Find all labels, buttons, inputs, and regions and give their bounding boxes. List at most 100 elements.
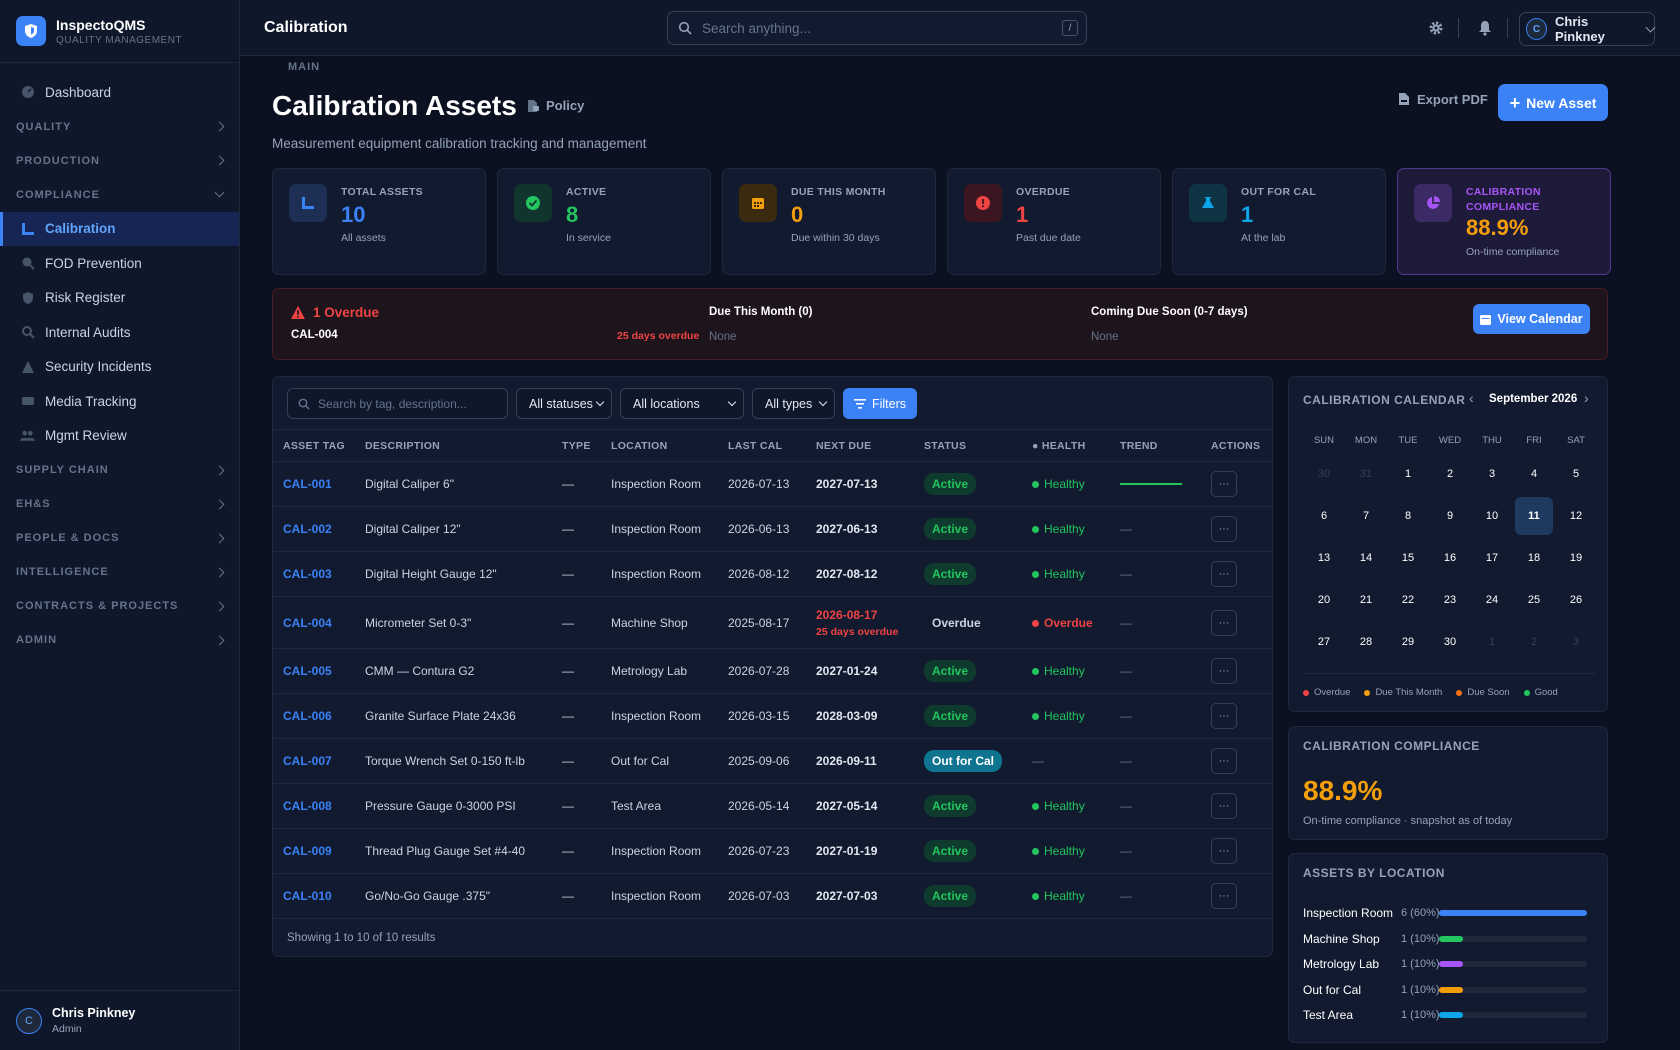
column-header[interactable]: DESCRIPTION	[355, 429, 552, 462]
nav-section-production[interactable]: PRODUCTION	[0, 144, 239, 178]
calendar-day[interactable]: 13	[1303, 537, 1345, 579]
nav-section-people-docs[interactable]: PEOPLE & DOCS	[0, 521, 239, 555]
asset-tag-link[interactable]: CAL-005	[273, 648, 355, 694]
nav-item-dashboard[interactable]: Dashboard	[0, 75, 239, 110]
bell-icon[interactable]	[1475, 18, 1495, 38]
calendar-day[interactable]: 31	[1345, 453, 1387, 495]
column-header[interactable]: ● HEALTH	[1022, 429, 1110, 462]
nav-item-mgmt-review[interactable]: Mgmt Review	[0, 419, 239, 454]
asset-tag-link[interactable]: CAL-001	[273, 461, 355, 507]
calendar-day[interactable]: 24	[1471, 579, 1513, 621]
calendar-day[interactable]: 27	[1303, 621, 1345, 663]
kpi-card-calibration-compliance[interactable]: CALIBRATION COMPLIANCE 88.9% On-time com…	[1397, 168, 1611, 275]
table-row[interactable]: CAL-001 Digital Caliper 6" — Inspection Roo…	[273, 461, 1273, 507]
calendar-day[interactable]: 3	[1471, 453, 1513, 495]
calendar-day[interactable]: 22	[1387, 579, 1429, 621]
row-actions-button[interactable]: ···	[1211, 658, 1237, 684]
column-header[interactable]: LOCATION	[601, 429, 718, 462]
calendar-day[interactable]: 2	[1429, 453, 1471, 495]
asset-tag-link[interactable]: CAL-007	[273, 738, 355, 784]
kpi-card-due-this-month[interactable]: DUE THIS MONTH 0 Due within 30 days	[722, 168, 936, 275]
column-header[interactable]: LAST CAL	[718, 429, 806, 462]
calendar-day[interactable]: 20	[1303, 579, 1345, 621]
calendar-day[interactable]: 8	[1387, 495, 1429, 537]
table-row[interactable]: CAL-004 Micrometer Set 0-3" — Machine Shop 2…	[273, 596, 1273, 649]
row-actions-button[interactable]: ···	[1211, 793, 1237, 819]
nav-section-contracts-projects[interactable]: CONTRACTS & PROJECTS	[0, 589, 239, 623]
calendar-next-button[interactable]: ›	[1584, 390, 1589, 406]
calendar-day[interactable]: 15	[1387, 537, 1429, 579]
nav-section-compliance[interactable]: COMPLIANCE	[0, 178, 239, 212]
nav-item-internal-audits[interactable]: Internal Audits	[0, 315, 239, 350]
table-row[interactable]: CAL-009 Thread Plug Gauge Set #4-40— Inspe…	[273, 828, 1273, 874]
nav-section-admin[interactable]: ADMIN	[0, 623, 239, 657]
table-row[interactable]: CAL-003 Digital Height Gauge 12" — Inspecti…	[273, 551, 1273, 597]
global-search-input[interactable]: Search anything... /	[667, 11, 1087, 45]
calendar-day[interactable]: 3	[1555, 621, 1597, 663]
column-header[interactable]: TYPE	[552, 429, 601, 462]
asset-tag-link[interactable]: CAL-010	[273, 873, 355, 919]
calendar-day-today[interactable]: 11	[1515, 497, 1553, 535]
calendar-day[interactable]: 26	[1555, 579, 1597, 621]
calendar-day[interactable]: 30	[1303, 453, 1345, 495]
table-row[interactable]: CAL-005 CMM — Contura G2— Metrology Lab 202…	[273, 648, 1273, 694]
calendar-day[interactable]: 12	[1555, 495, 1597, 537]
calendar-day[interactable]: 23	[1429, 579, 1471, 621]
nav-section-intelligence[interactable]: INTELLIGENCE	[0, 555, 239, 589]
table-row[interactable]: CAL-010 Go/No-Go Gauge .375" — Inspection R…	[273, 873, 1273, 919]
nav-section-supply-chain[interactable]: SUPPLY CHAIN	[0, 453, 239, 487]
calendar-day[interactable]: 25	[1513, 579, 1555, 621]
calendar-day[interactable]: 29	[1387, 621, 1429, 663]
row-actions-button[interactable]: ···	[1211, 883, 1237, 909]
gear-icon[interactable]	[1426, 18, 1446, 38]
export-pdf-button[interactable]: Export PDF	[1398, 88, 1488, 110]
location-filter-select[interactable]: All locations	[620, 388, 744, 419]
type-filter-select[interactable]: All types	[752, 388, 835, 419]
policy-link[interactable]: Policy	[526, 98, 584, 113]
table-row[interactable]: CAL-007 Torque Wrench Set 0-150 ft-lb — Out…	[273, 738, 1273, 784]
calendar-day[interactable]: 2	[1513, 621, 1555, 663]
asset-tag-link[interactable]: CAL-003	[273, 551, 355, 597]
calendar-day[interactable]: 1	[1387, 453, 1429, 495]
nav-item-media-tracking[interactable]: Media Tracking	[0, 384, 239, 419]
column-header[interactable]: NEXT DUE	[806, 429, 914, 462]
asset-tag-link[interactable]: CAL-002	[273, 506, 355, 552]
asset-tag-link[interactable]: CAL-009	[273, 828, 355, 874]
calendar-day[interactable]: 30	[1429, 621, 1471, 663]
nav-item-fod-prevention[interactable]: FOD Prevention	[0, 246, 239, 281]
asset-tag-link[interactable]: CAL-004	[273, 596, 355, 649]
row-actions-button[interactable]: ···	[1211, 561, 1237, 587]
calendar-day[interactable]: 10	[1471, 495, 1513, 537]
new-asset-button[interactable]: + New Asset	[1498, 84, 1608, 121]
row-actions-button[interactable]: ···	[1211, 703, 1237, 729]
calendar-day[interactable]: 16	[1429, 537, 1471, 579]
calendar-day[interactable]: 28	[1345, 621, 1387, 663]
calendar-day[interactable]: 19	[1555, 537, 1597, 579]
table-row[interactable]: CAL-006 Granite Surface Plate 24x36— Inspe…	[273, 693, 1273, 739]
row-actions-button[interactable]: ···	[1211, 516, 1237, 542]
nav-item-security-incidents[interactable]: Security Incidents	[0, 350, 239, 385]
nav-item-calibration[interactable]: Calibration	[0, 211, 239, 246]
column-header[interactable]: ASSET TAG	[273, 429, 355, 462]
kpi-card-overdue[interactable]: OVERDUE 1 Past due date	[947, 168, 1161, 275]
view-calendar-button[interactable]: View Calendar	[1473, 304, 1590, 334]
calendar-day[interactable]: 6	[1303, 495, 1345, 537]
row-actions-button[interactable]: ···	[1211, 471, 1237, 497]
asset-tag-link[interactable]: CAL-006	[273, 693, 355, 739]
table-row[interactable]: CAL-002 Digital Caliper 12" — Inspection Ro…	[273, 506, 1273, 552]
calendar-day[interactable]: 14	[1345, 537, 1387, 579]
calendar-day[interactable]: 21	[1345, 579, 1387, 621]
kpi-card-active[interactable]: ACTIVE 8 In service	[497, 168, 711, 275]
calendar-day[interactable]: 5	[1555, 453, 1597, 495]
status-filter-select[interactable]: All statuses	[516, 388, 612, 419]
brand[interactable]: InspectoQMS QUALITY MANAGEMENT	[0, 0, 239, 63]
table-row[interactable]: CAL-008 Pressure Gauge 0-3000 PSI — Test Ar…	[273, 783, 1273, 829]
nav-section-ehs[interactable]: EH&S	[0, 487, 239, 521]
overdue-asset-link[interactable]: CAL-004	[291, 329, 338, 341]
calendar-prev-button[interactable]: ‹	[1469, 390, 1474, 406]
calendar-day[interactable]: 1	[1471, 621, 1513, 663]
kpi-card-out-for-cal[interactable]: OUT FOR CAL 1 At the lab	[1172, 168, 1386, 275]
filters-button[interactable]: Filters	[843, 388, 917, 419]
asset-tag-link[interactable]: CAL-008	[273, 783, 355, 829]
row-actions-button[interactable]: ···	[1211, 838, 1237, 864]
